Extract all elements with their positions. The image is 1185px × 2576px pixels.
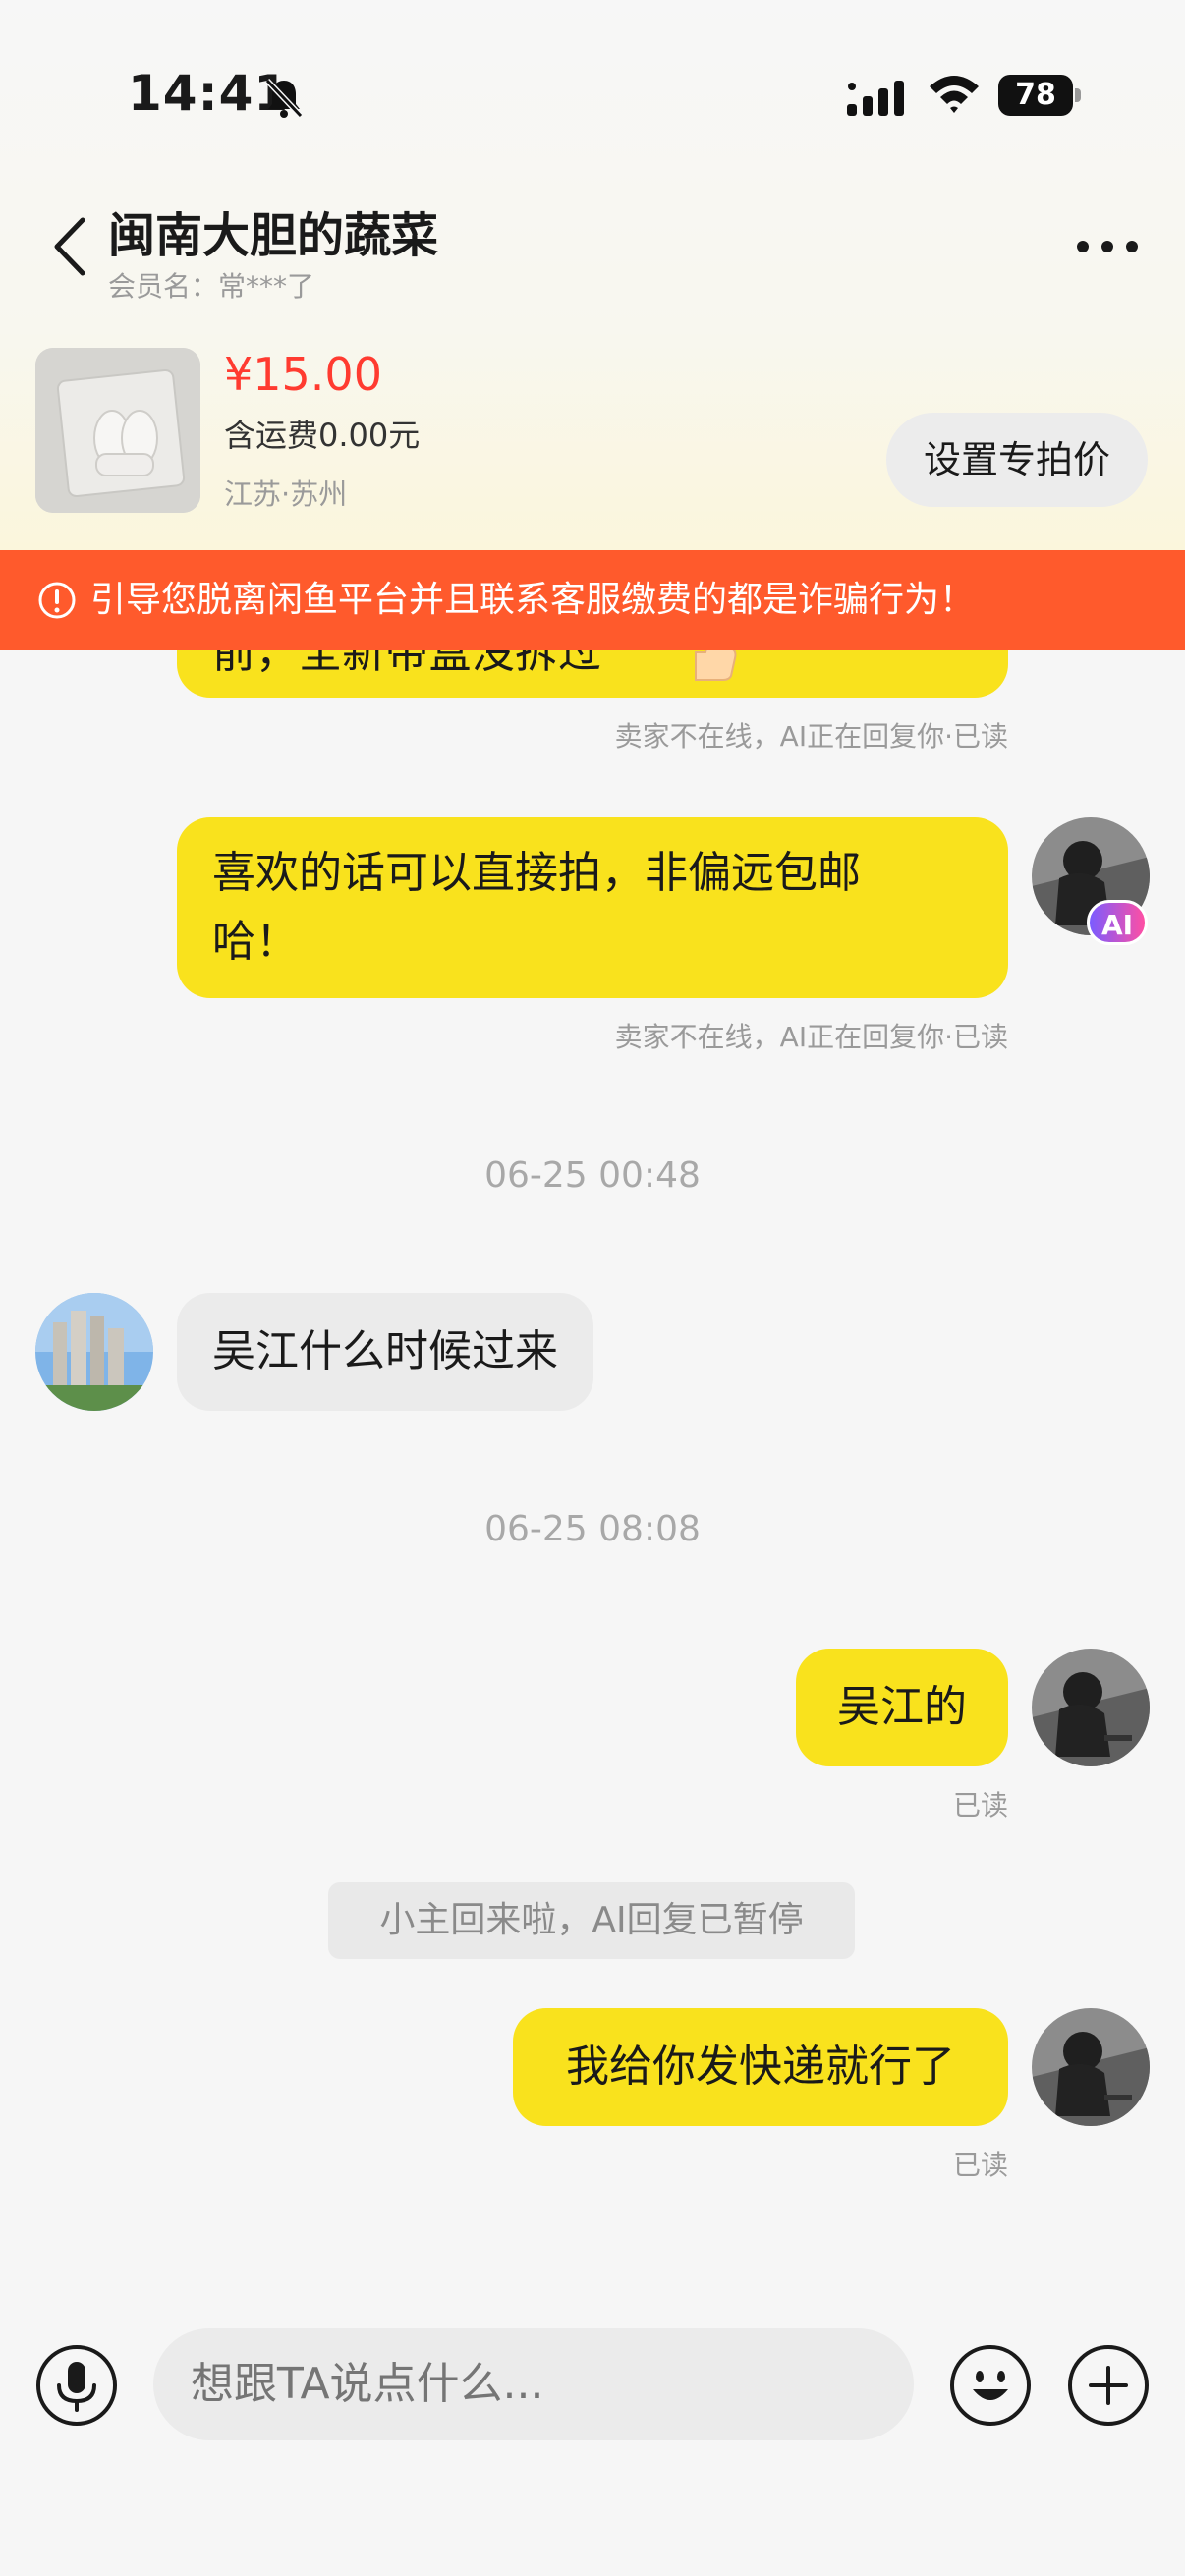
message-text: 吴江什么时候过来 xyxy=(212,1326,558,1376)
message-text: 我给你发快递就行了 xyxy=(566,2042,955,2092)
wifi-icon xyxy=(930,76,979,113)
product-shipping: 含运费0.00元 xyxy=(224,417,421,454)
avatar-photo xyxy=(1032,2008,1150,2126)
avatar-photo xyxy=(35,1293,153,1411)
chat-title: 闽南大胆的蔬菜 xyxy=(108,208,439,263)
member-label: 会员名： xyxy=(108,270,219,303)
add-attachment-icon[interactable] xyxy=(1067,2344,1150,2427)
message-status: 已读 xyxy=(952,1789,1008,1821)
message-status: 卖家不在线，AI正在回复你·已读 xyxy=(614,1021,1008,1053)
warning-icon xyxy=(38,582,76,619)
avatar-photo xyxy=(1032,1649,1150,1766)
message-bubble-sent[interactable]: 吴江的 xyxy=(796,1649,1008,1766)
set-special-price-button[interactable]: 设置专拍价 xyxy=(886,413,1148,507)
emoji-icon[interactable] xyxy=(949,2344,1032,2427)
battery-level: 78 xyxy=(998,75,1073,116)
product-location: 江苏·苏州 xyxy=(224,477,348,511)
message-text: 吴江的 xyxy=(837,1682,967,1732)
my-avatar[interactable] xyxy=(1032,1649,1150,1766)
fraud-warning-banner: 引导您脱离闲鱼平台并且联系客服缴费的都是诈骗行为！ xyxy=(0,550,1185,650)
message-input[interactable] xyxy=(153,2328,914,2440)
message-bubble-received[interactable]: 吴江什么时候过来 xyxy=(177,1293,593,1411)
message-timestamp: 06-25 00:48 xyxy=(484,1155,701,1196)
member-name: 常***了 xyxy=(218,270,315,303)
message-status: 已读 xyxy=(952,2149,1008,2181)
message-text-line1: 喜欢的话可以直接拍，非偏远包邮 xyxy=(212,848,861,898)
message-text-line2: 哈！ xyxy=(212,917,299,967)
voice-input-icon[interactable] xyxy=(35,2344,118,2427)
message-timestamp: 06-25 08:08 xyxy=(484,1509,701,1549)
system-notice: 小主回来啦，AI回复已暂停 xyxy=(328,1882,855,1959)
member-info: 会员名：常***了 xyxy=(108,265,314,305)
back-arrow-icon[interactable] xyxy=(51,214,90,279)
battery-indicator: 78 xyxy=(998,75,1081,116)
earbuds-box-image xyxy=(35,348,200,513)
battery-tip xyxy=(1075,88,1081,102)
bell-muted-icon xyxy=(264,78,304,119)
my-avatar[interactable] xyxy=(1032,2008,1150,2126)
ai-badge: AI xyxy=(1087,900,1148,945)
warning-text: 引导您脱离闲鱼平台并且联系客服缴费的都是诈骗行为！ xyxy=(90,580,976,620)
product-price: ¥15.00 xyxy=(224,348,382,401)
message-status: 卖家不在线，AI正在回复你·已读 xyxy=(614,720,1008,753)
cellular-signal-icon xyxy=(847,81,904,116)
message-bubble-sent[interactable]: 我给你发快递就行了 xyxy=(513,2008,1008,2126)
message-bubble-sent[interactable]: 喜欢的话可以直接拍，非偏远包邮 哈！ xyxy=(177,817,1008,998)
product-thumbnail[interactable] xyxy=(35,348,200,513)
more-options-icon[interactable] xyxy=(1075,234,1140,259)
seller-avatar[interactable] xyxy=(35,1293,153,1411)
